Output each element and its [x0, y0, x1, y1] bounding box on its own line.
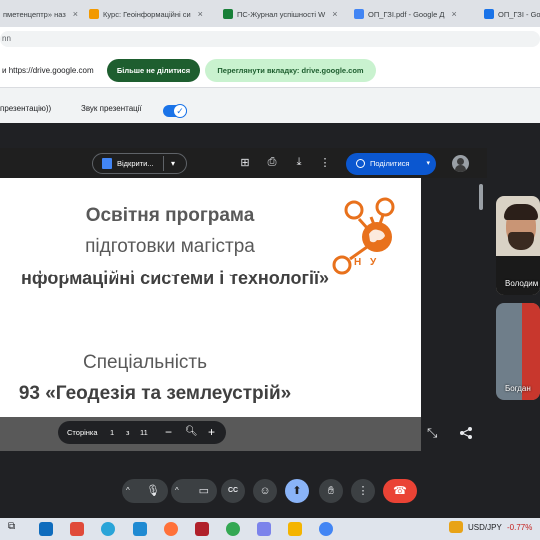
app-icon[interactable]: [195, 522, 209, 536]
avatar[interactable]: [452, 155, 469, 172]
avatar-head: [457, 158, 464, 165]
mail-icon[interactable]: [39, 522, 53, 536]
moodle-icon: [89, 9, 99, 19]
close-icon[interactable]: ×: [332, 9, 337, 19]
screen-share-bar: и https://drive.google.com Більше не діл…: [0, 51, 540, 88]
tab-label: ПС-Журнал успішності W: [237, 9, 326, 19]
tab-label: ОП_ГЗІ.pdf - Google Д: [368, 9, 445, 19]
microphone-icon[interactable]: 🎙︎: [146, 479, 160, 503]
avatar-body: [455, 165, 466, 172]
more-vert-icon[interactable]: ⋮: [318, 156, 332, 169]
participant-name: Богдан: [505, 384, 531, 393]
browser-tab-strip: пметенцептр» наз × Курс: Геоінформаційні…: [0, 0, 540, 27]
chrome-icon[interactable]: [319, 522, 333, 536]
notes-icon[interactable]: [288, 522, 302, 536]
emoji-button[interactable]: ☺: [253, 479, 277, 503]
divider: [163, 156, 164, 171]
chevron-up-icon[interactable]: ^: [175, 479, 179, 503]
mic-control[interactable]: ^ 🎙︎: [122, 479, 168, 503]
camera-icon[interactable]: ▭: [199, 479, 209, 503]
sheets-icon: [223, 9, 233, 19]
presentation-slide: Освітня програма підготовки магістра нфо…: [0, 178, 421, 451]
share-button[interactable]: Поділитися ▾: [346, 153, 436, 175]
browser-tab[interactable]: пметенцептр» наз ×: [0, 4, 80, 24]
participant-hair: [504, 204, 538, 220]
close-icon[interactable]: ×: [73, 9, 78, 19]
globe-icon: [356, 159, 365, 168]
url-field[interactable]: nn: [0, 31, 540, 47]
page-navigation: Сторінка 1 з 11 − 🔍︎ +: [58, 421, 226, 444]
close-icon[interactable]: ×: [451, 9, 456, 19]
camera-control[interactable]: ^ ▭: [171, 479, 217, 503]
stop-sharing-button[interactable]: Більше не ділитися: [107, 59, 200, 82]
photos-icon[interactable]: [70, 522, 84, 536]
share-label: Поділитися: [370, 159, 410, 168]
open-with-button[interactable]: Відкрити... ▾: [92, 153, 187, 174]
docs-icon: [484, 9, 494, 19]
browser-tab[interactable]: ОП_ГЗІ.pdf - Google Д ×: [351, 4, 471, 24]
chrome-icon[interactable]: [226, 522, 240, 536]
participant-name: Володим: [505, 279, 539, 288]
presentation-text: презентацію)): [0, 104, 52, 113]
drive-icon: [354, 9, 364, 19]
browser-tab[interactable]: ПС-Журнал успішності W ×: [220, 4, 345, 24]
zoom-icon[interactable]: 🔍︎: [185, 426, 198, 437]
slide-footer-text: Кафедра геодезії та землеустрою: [20, 262, 255, 279]
switch-tab-button[interactable]: Переглянути вкладку: drive.google.com: [205, 59, 376, 82]
present-button[interactable]: ⬆: [285, 479, 309, 503]
slide-subtitle: підготовки магістра: [85, 236, 255, 257]
tab-label: пметенцептр» наз: [3, 9, 66, 19]
app-icon[interactable]: [257, 522, 271, 536]
share-icon[interactable]: [459, 426, 473, 440]
task-view-icon[interactable]: ⧉: [8, 521, 15, 532]
zoom-in-button[interactable]: +: [208, 425, 215, 439]
more-options-button[interactable]: ⋮: [351, 479, 375, 503]
chevron-down-icon[interactable]: ▾: [171, 154, 175, 173]
open-with-label: Відкрити...: [117, 159, 154, 168]
slide-title: Освітня програма: [85, 205, 255, 226]
address-bar: nn: [0, 27, 540, 51]
presentation-sound-toggle[interactable]: ✓: [163, 104, 187, 118]
print-icon[interactable]: ⎙: [265, 156, 279, 169]
download-icon[interactable]: ⤓: [292, 156, 306, 169]
ticker-value: -0.77%: [507, 523, 533, 532]
ticker-icon: [449, 521, 463, 533]
page-number-input[interactable]: 1: [110, 428, 114, 437]
raise-hand-button[interactable]: ✋︎: [319, 479, 343, 503]
firefox-icon[interactable]: [164, 522, 178, 536]
hang-up-button[interactable]: ☎︎: [383, 479, 417, 503]
page-of: з: [126, 428, 130, 437]
check-icon: ✓: [173, 104, 187, 118]
sound-label: Звук презентації: [81, 104, 142, 113]
participant-beard: [508, 232, 534, 250]
slide-specialty-label: Спеціальність: [82, 352, 208, 373]
ticker-label[interactable]: USD/JPY: [468, 523, 502, 532]
presentation-options-bar: презентацію)) Звук презентації: [0, 88, 540, 123]
university-logo: Н У: [354, 257, 380, 268]
participant-tile[interactable]: Володим: [496, 196, 540, 295]
edge-icon[interactable]: [101, 522, 115, 536]
captions-button[interactable]: CC: [221, 479, 245, 503]
participant-tile[interactable]: Богдан: [496, 303, 540, 400]
page-total: 11: [140, 428, 148, 437]
page-label: Сторінка: [67, 428, 98, 437]
tab-label: ОП_ГЗІ - Go: [498, 9, 540, 19]
chevron-down-icon[interactable]: ▾: [426, 153, 430, 175]
chevron-up-icon[interactable]: ^: [126, 479, 130, 503]
docs-icon: [102, 158, 112, 169]
browser-tab[interactable]: ОП_ГЗІ - Go: [481, 4, 540, 24]
slide-specialty-name: 93 «Геодезія та землеустрій»: [18, 383, 292, 404]
participant-video: [496, 256, 540, 295]
share-status-text: и https://drive.google.com: [2, 66, 94, 75]
tab-label: Курс: Геоінформаційні си: [103, 9, 191, 19]
close-icon[interactable]: ×: [198, 9, 203, 19]
scrollbar-thumb[interactable]: [479, 184, 483, 210]
store-icon[interactable]: [133, 522, 147, 536]
add-comment-icon[interactable]: ⊞: [238, 156, 252, 169]
zoom-out-button[interactable]: −: [165, 425, 172, 439]
browser-tab[interactable]: Курс: Геоінформаційні си ×: [86, 4, 214, 24]
expand-icon[interactable]: ⤡: [427, 425, 437, 441]
